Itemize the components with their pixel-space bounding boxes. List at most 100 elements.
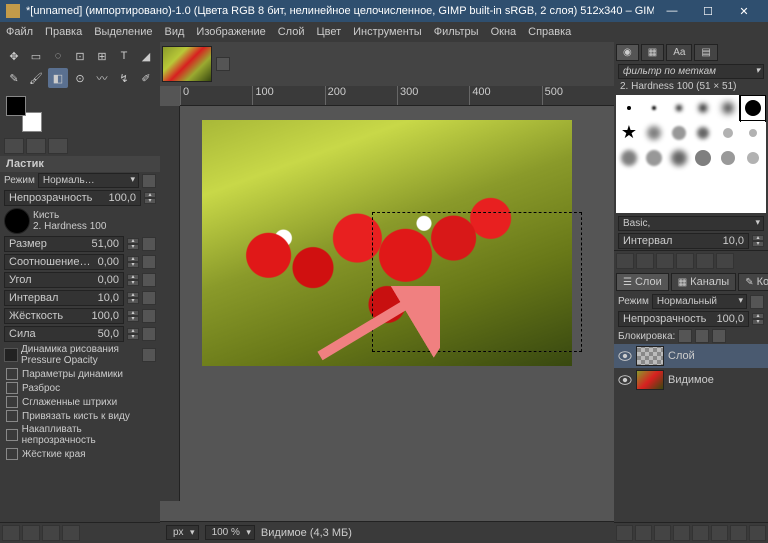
- image-tab-thumb[interactable]: [162, 46, 212, 82]
- force-reset-icon[interactable]: [142, 327, 156, 341]
- dock-tab-2[interactable]: [26, 138, 46, 154]
- dynamics-value[interactable]: Pressure Opacity: [21, 355, 139, 366]
- fg-bg-colors[interactable]: [6, 96, 42, 132]
- move-tool[interactable]: ✥: [4, 46, 24, 66]
- layer-new-icon[interactable]: [616, 525, 633, 541]
- mode-dropdown[interactable]: Нормаль…: [38, 173, 139, 188]
- picker-tool[interactable]: ✐: [136, 68, 156, 88]
- menu-layer[interactable]: Слой: [278, 26, 305, 38]
- brush-name[interactable]: 2. Hardness 100: [33, 221, 156, 232]
- brush-preview[interactable]: [4, 208, 30, 234]
- fonts-tab[interactable]: Aa: [666, 44, 692, 61]
- minimize-button[interactable]: —: [654, 0, 690, 22]
- clone-tool[interactable]: ⊙: [70, 68, 90, 88]
- reset-preset-icon[interactable]: [62, 525, 80, 541]
- menu-windows[interactable]: Окна: [491, 26, 517, 38]
- layer-mode-dropdown[interactable]: Нормальный: [652, 294, 747, 309]
- angle-reset-icon[interactable]: [142, 273, 156, 287]
- menu-edit[interactable]: Правка: [45, 26, 82, 38]
- layer-delete-icon[interactable]: [749, 525, 766, 541]
- brush-set-dropdown[interactable]: Basic,: [618, 216, 764, 231]
- menu-color[interactable]: Цвет: [316, 26, 341, 38]
- lock-position-icon[interactable]: [695, 329, 709, 343]
- lock-pixels-icon[interactable]: [678, 329, 692, 343]
- layer-row[interactable]: Слой: [614, 344, 768, 368]
- unit-dropdown[interactable]: px: [166, 525, 199, 540]
- smudge-tool[interactable]: 〰: [92, 68, 112, 88]
- brush-del-icon[interactable]: [676, 253, 694, 269]
- layer-row[interactable]: Видимое: [614, 368, 768, 392]
- pencil-tool[interactable]: ✎: [4, 68, 24, 88]
- check-smooth-strokes[interactable]: Сглаженные штрихи: [0, 395, 160, 409]
- layers-tab[interactable]: ☰ Слои: [616, 273, 669, 291]
- ruler-vertical[interactable]: [160, 106, 180, 501]
- brushes-tab[interactable]: ◉: [616, 44, 639, 61]
- opacity-down[interactable]: ▾: [144, 198, 156, 204]
- layer-merge-icon[interactable]: [711, 525, 728, 541]
- brush-filter[interactable]: фильтр по меткам: [618, 64, 764, 79]
- check-lock-brush[interactable]: Привязать кисть к виду: [0, 409, 160, 423]
- crop-tool[interactable]: ⊡: [70, 46, 90, 66]
- brush-open-icon[interactable]: [716, 253, 734, 269]
- ratio-field[interactable]: Соотношение…0,00: [4, 254, 124, 270]
- path-tool[interactable]: ↯: [114, 68, 134, 88]
- tab-menu-icon[interactable]: [216, 57, 230, 71]
- bucket-tool[interactable]: ◢: [136, 46, 156, 66]
- free-select-tool[interactable]: ◌: [48, 46, 68, 66]
- size-reset-icon[interactable]: [142, 237, 156, 251]
- selection-marquee[interactable]: [372, 212, 582, 352]
- layer-mask-icon[interactable]: [730, 525, 747, 541]
- layer-group-icon[interactable]: [635, 525, 652, 541]
- layer-name[interactable]: Видимое: [668, 374, 714, 386]
- brush-dup-icon[interactable]: [656, 253, 674, 269]
- layer-up-icon[interactable]: [654, 525, 671, 541]
- layer-dup-icon[interactable]: [692, 525, 709, 541]
- maximize-button[interactable]: ☐: [690, 0, 726, 22]
- dock-tab-1[interactable]: [4, 138, 24, 154]
- close-button[interactable]: ✕: [726, 0, 762, 22]
- check-dynamics-params[interactable]: Параметры динамики: [0, 367, 160, 381]
- size-field[interactable]: Размер51,00: [4, 236, 124, 252]
- force-field[interactable]: Сила50,0: [4, 326, 124, 342]
- dynamics-link-icon[interactable]: [142, 348, 156, 362]
- menu-image[interactable]: Изображение: [196, 26, 265, 38]
- lock-alpha-icon[interactable]: [712, 329, 726, 343]
- ratio-reset-icon[interactable]: [142, 255, 156, 269]
- menu-help[interactable]: Справка: [528, 26, 571, 38]
- text-tool[interactable]: T: [114, 46, 134, 66]
- eye-icon[interactable]: [618, 350, 632, 362]
- save-preset-icon[interactable]: [2, 525, 20, 541]
- spacing-field[interactable]: Интервал10,0: [4, 290, 124, 306]
- canvas[interactable]: [202, 120, 572, 366]
- dock-tab-3[interactable]: [48, 138, 68, 154]
- patterns-tab[interactable]: ▦: [641, 44, 664, 61]
- menu-tools[interactable]: Инструменты: [353, 26, 422, 38]
- mode-reset-icon[interactable]: [142, 174, 156, 188]
- layer-down-icon[interactable]: [673, 525, 690, 541]
- zoom-dropdown[interactable]: 100 %: [205, 525, 255, 540]
- restore-preset-icon[interactable]: [22, 525, 40, 541]
- eraser-tool[interactable]: ◧: [48, 68, 68, 88]
- layer-mode-switch-icon[interactable]: [750, 295, 764, 309]
- menu-view[interactable]: Вид: [165, 26, 185, 38]
- delete-preset-icon[interactable]: [42, 525, 60, 541]
- check-scatter[interactable]: Разброс: [0, 381, 160, 395]
- fg-color[interactable]: [6, 96, 26, 116]
- spacing-reset-icon[interactable]: [142, 291, 156, 305]
- angle-field[interactable]: Угол0,00: [4, 272, 124, 288]
- channels-tab[interactable]: ▦ Каналы: [671, 273, 737, 291]
- ruler-horizontal[interactable]: 0100200300400500: [180, 86, 614, 106]
- hardness-reset-icon[interactable]: [142, 309, 156, 323]
- layer-name[interactable]: Слой: [668, 350, 695, 362]
- brush-spacing-field[interactable]: Интервал10,0: [618, 233, 749, 249]
- menu-filters[interactable]: Фильтры: [434, 26, 479, 38]
- brush-tool[interactable]: 🖌: [26, 68, 46, 88]
- transform-tool[interactable]: ⊞: [92, 46, 112, 66]
- brush-new-icon[interactable]: [636, 253, 654, 269]
- paths-tab[interactable]: ✎ Контуры: [738, 273, 768, 291]
- opacity-field[interactable]: Непрозрачность100,0: [4, 190, 141, 206]
- dynamics-icon[interactable]: [4, 348, 18, 362]
- check-hard-edges[interactable]: Жёсткие края: [0, 447, 160, 461]
- layer-opacity-field[interactable]: Непрозрачность100,0: [618, 311, 749, 327]
- check-accumulate[interactable]: Накапливать непрозрачность: [0, 423, 160, 447]
